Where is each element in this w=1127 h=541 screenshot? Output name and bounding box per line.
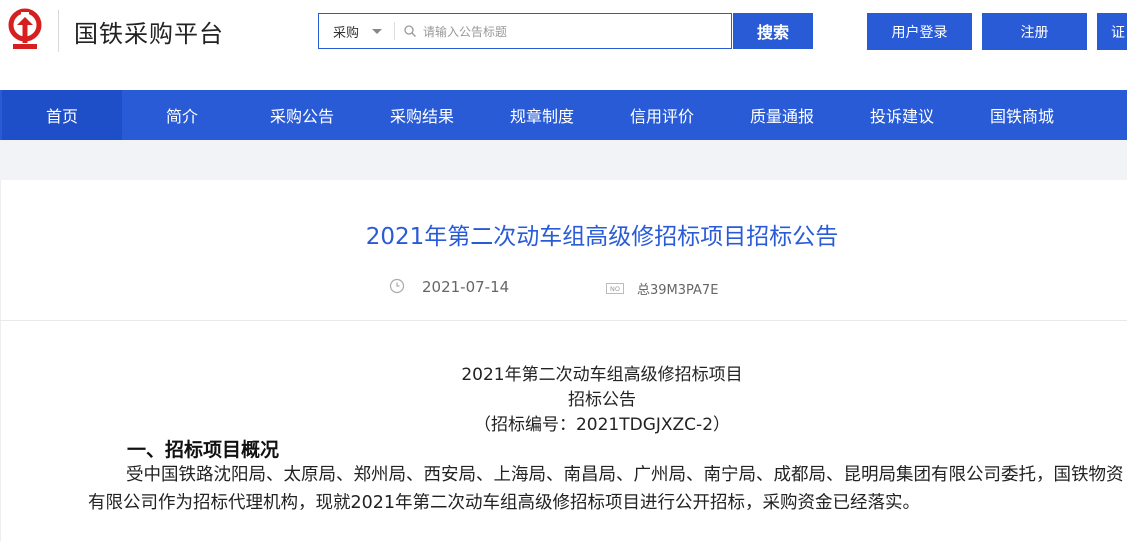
nav-item-regulations[interactable]: 规章制度 [482,90,602,140]
nav-item-quality-reports[interactable]: 质量通报 [722,90,842,140]
article-code: 总39M3PA7E [637,283,719,298]
doc-title-line-2: 招标公告 [568,390,636,410]
search-category-select[interactable]: 采购 [319,14,394,48]
doc-title-line-1: 2021年第二次动车组高级修招标项目 [461,365,743,385]
clock-icon [389,278,405,294]
search-category-label: 采购 [333,25,360,41]
chevron-down-icon [372,29,382,34]
article-divider [0,320,1127,321]
nav-item-mall[interactable]: 国铁商城 [962,90,1082,140]
logo-divider [58,10,59,52]
article-date: 2021-07-14 [422,278,510,296]
nav-item-credit-evaluation[interactable]: 信用评价 [602,90,722,140]
number-icon: NO [606,283,624,294]
search-separator [394,22,395,40]
section-heading: 一、招标项目概况 [127,439,280,461]
login-button[interactable]: 用户登录 [867,13,972,50]
search-icon [404,25,416,37]
svg-text:NO: NO [610,285,620,293]
search-button[interactable]: 搜索 [733,13,813,49]
certificate-button[interactable]: 证 [1097,13,1127,50]
china-railway-logo-icon[interactable] [5,8,45,54]
nav-item-procurement-notices[interactable]: 采购公告 [242,90,362,140]
nav-item-intro[interactable]: 简介 [122,90,242,140]
nav-item-complaints[interactable]: 投诉建议 [842,90,962,140]
header: 国铁采购平台 采购 搜索 用户登录 注册 证 [0,0,1127,90]
nav-item-procurement-results[interactable]: 采购结果 [362,90,482,140]
gray-band [0,140,1127,180]
nav-item-home[interactable]: 首页 [2,90,122,140]
nav-item-more[interactable]: 国铁 [1082,90,1127,140]
search-box: 采购 [318,13,732,50]
search-input[interactable] [421,14,730,50]
doc-number: （招标编号：2021TDGJXZC-2） [473,415,731,435]
article-paragraph: 受中国铁路沈阳局、太原局、郑州局、西安局、上海局、南昌局、广州局、南宁局、成都局… [88,465,1124,513]
article-title: 2021年第二次动车组高级修招标项目招标公告 [365,224,839,250]
register-button[interactable]: 注册 [982,13,1087,50]
site-name[interactable]: 国铁采购平台 [74,14,224,49]
main-nav: 首页 简介 采购公告 采购结果 规章制度 信用评价 质量通报 投诉建议 国铁商城… [0,90,1127,140]
